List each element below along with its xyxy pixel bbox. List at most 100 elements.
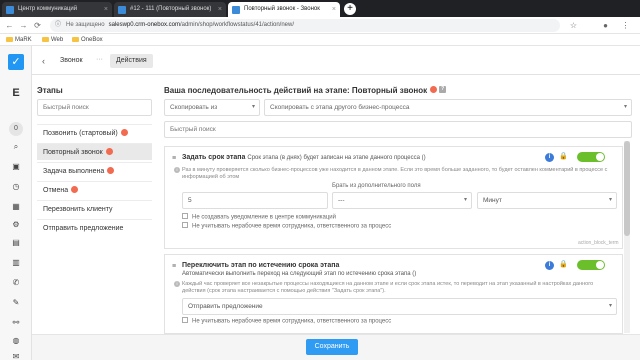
rail-counter[interactable]: 0: [9, 122, 23, 136]
stage-item[interactable]: Отмена: [37, 181, 152, 198]
save-button[interactable]: Сохранить: [306, 339, 358, 355]
new-tab-button[interactable]: +: [344, 3, 356, 15]
pen-icon[interactable]: ✎: [0, 298, 32, 307]
lock-icon[interactable]: 🔒: [559, 260, 568, 268]
profile-icon[interactable]: ●: [600, 20, 611, 31]
stage-item[interactable]: Задача выполнена: [37, 162, 152, 179]
checkbox-ignore-offhours[interactable]: Не учитывать нерабочее время сотрудника,…: [182, 222, 391, 230]
info-icon[interactable]: i: [545, 153, 554, 162]
phone-icon[interactable]: ✆: [0, 278, 32, 287]
clock-icon[interactable]: ◷: [0, 182, 32, 191]
stage-badge: [105, 147, 113, 155]
grid-icon[interactable]: ▤: [0, 238, 32, 247]
header-divider: [32, 74, 640, 75]
desc-line: действия (срок этапа настраивается с пом…: [182, 288, 386, 294]
card-description: i Каждый час проверяет все незакрытые про…: [174, 281, 593, 288]
url-field[interactable]: ⓘ Не защищено saleswp0.crm-onebox.com/adm…: [50, 19, 560, 32]
url-path: /admin/shop/workflowstatus/41/action/new…: [179, 22, 295, 28]
stage-badge: [107, 166, 115, 174]
back-icon[interactable]: ←: [4, 20, 15, 31]
rail-letter[interactable]: E: [0, 87, 32, 99]
card-title: Переключить этап по истечению срока этап…: [182, 262, 340, 269]
field-label: Брать из дополнительного поля: [332, 183, 421, 189]
stage-item-active[interactable]: Повторный звонок: [37, 143, 152, 160]
folder-icon: [6, 37, 13, 42]
bookmark-label: MaRK: [15, 37, 32, 43]
checkbox-box[interactable]: [182, 317, 188, 323]
bookmark-mark[interactable]: MaRK: [6, 34, 32, 46]
stage-label: Перезвонить клиенту: [43, 206, 113, 213]
actions-search-input[interactable]: [164, 121, 632, 138]
enable-toggle[interactable]: [577, 260, 605, 270]
app-left-rail: ✓ E 0 ⌕ ▣ ◷ ▦ ⚙ ▤ ▥ ✆ ✎ ⚯ ◍ ✉: [0, 46, 32, 360]
favicon-icon: [6, 6, 14, 14]
checkbox-ignore-offhours[interactable]: Не учитывать нерабочее время сотрудника,…: [182, 317, 391, 325]
folder-icon: [72, 37, 79, 42]
card-description: i Раз в минуту проверяется сколько бизнес…: [174, 167, 607, 174]
link-icon[interactable]: ⚯: [0, 318, 32, 327]
tab-actions[interactable]: Действия: [110, 54, 153, 68]
stage-item[interactable]: Позвонить (стартовый): [37, 124, 152, 141]
breadcrumb[interactable]: Звонок: [60, 57, 83, 64]
action-card-auto-switch: ≡ Переключить этап по истечению срока эт…: [164, 254, 623, 334]
enable-toggle[interactable]: [577, 152, 605, 162]
info-small-icon: i: [174, 167, 180, 173]
card-subtitle: Срок этапа (в днях) будет записан на эта…: [247, 155, 426, 161]
briefcase-icon[interactable]: ▣: [0, 162, 32, 171]
calendar-icon[interactable]: ▦: [0, 202, 32, 211]
url-security-label: Не защищено: [66, 22, 105, 28]
scrollbar-thumb[interactable]: [624, 141, 630, 236]
stage-item[interactable]: Отправить предложение: [37, 219, 152, 236]
checkbox-no-notification[interactable]: Не создавать уведомление в центре коммун…: [182, 213, 336, 221]
help-icon[interactable]: ?: [439, 86, 447, 94]
settings-icon[interactable]: ⚙: [0, 220, 32, 229]
browser-tab-active[interactable]: Повторный звонок - Звонок ×: [228, 2, 340, 17]
copy-from-label: Скопировать из: [170, 104, 218, 111]
stage-label: Позвонить (стартовый): [43, 130, 118, 137]
target-stage-value: Отправить предложение: [188, 303, 263, 310]
drag-handle-icon[interactable]: ≡: [172, 155, 176, 162]
book-icon[interactable]: ▥: [0, 258, 32, 267]
breadcrumb-separator: ···: [96, 56, 103, 63]
checkbox-box[interactable]: [182, 213, 188, 219]
bookmark-onebox[interactable]: OneBox: [72, 34, 103, 46]
target-stage-select[interactable]: Отправить предложение ▾: [182, 298, 617, 315]
bookmark-web[interactable]: Web: [42, 34, 63, 46]
close-icon[interactable]: ×: [104, 2, 108, 17]
unit-select[interactable]: Минут ▾: [477, 192, 617, 209]
back-button[interactable]: ‹: [42, 56, 45, 66]
stages-search-input[interactable]: [37, 99, 152, 116]
reload-icon[interactable]: ⟳: [32, 20, 43, 31]
close-icon[interactable]: ×: [332, 2, 336, 17]
chat-icon[interactable]: ✉: [0, 352, 32, 360]
stage-label: Задача выполнена: [43, 168, 105, 175]
term-value-input[interactable]: 5: [182, 192, 328, 209]
checkbox-box[interactable]: [182, 222, 188, 228]
field-select[interactable]: --- ▾: [332, 192, 472, 209]
lock-icon[interactable]: 🔒: [559, 152, 568, 160]
checkbox-label: Не создавать уведомление в центре коммун…: [192, 214, 336, 221]
browser-tab[interactable]: Центр коммуникаций ×: [2, 2, 112, 17]
drag-handle-icon[interactable]: ≡: [172, 263, 176, 270]
close-icon[interactable]: ×: [218, 2, 222, 17]
toggle-knob: [596, 153, 604, 161]
chevron-down-icon: ▾: [608, 197, 612, 203]
check-logo-icon[interactable]: ✓: [8, 54, 24, 70]
search-icon[interactable]: ⌕: [0, 142, 32, 152]
page-title: Ваша последовательность действий на этап…: [164, 86, 447, 95]
stage-label: Отмена: [43, 187, 69, 194]
forward-icon[interactable]: →: [18, 20, 29, 31]
unit-select-value: Минут: [483, 197, 502, 204]
card-subtitle: Автоматически выполнить переход на следу…: [182, 271, 417, 277]
info-icon[interactable]: i: [545, 261, 554, 270]
copy-from-stage-select[interactable]: Скопировать с этапа другого бизнес-проце…: [264, 99, 632, 116]
copy-from-select[interactable]: Скопировать из ▾: [164, 99, 260, 116]
tab-title: #12 - 111 (Повторный звонок): [130, 6, 212, 12]
card-description: информацией об этом: [182, 174, 239, 181]
menu-icon[interactable]: ⋮: [620, 20, 631, 31]
stage-item[interactable]: Перезвонить клиенту: [37, 200, 152, 217]
browser-tab[interactable]: #12 - 111 (Повторный звонок) ×: [114, 2, 226, 17]
globe-icon[interactable]: ◍: [0, 336, 32, 345]
star-icon[interactable]: ☆: [568, 20, 579, 31]
stage-badge: [120, 128, 128, 136]
